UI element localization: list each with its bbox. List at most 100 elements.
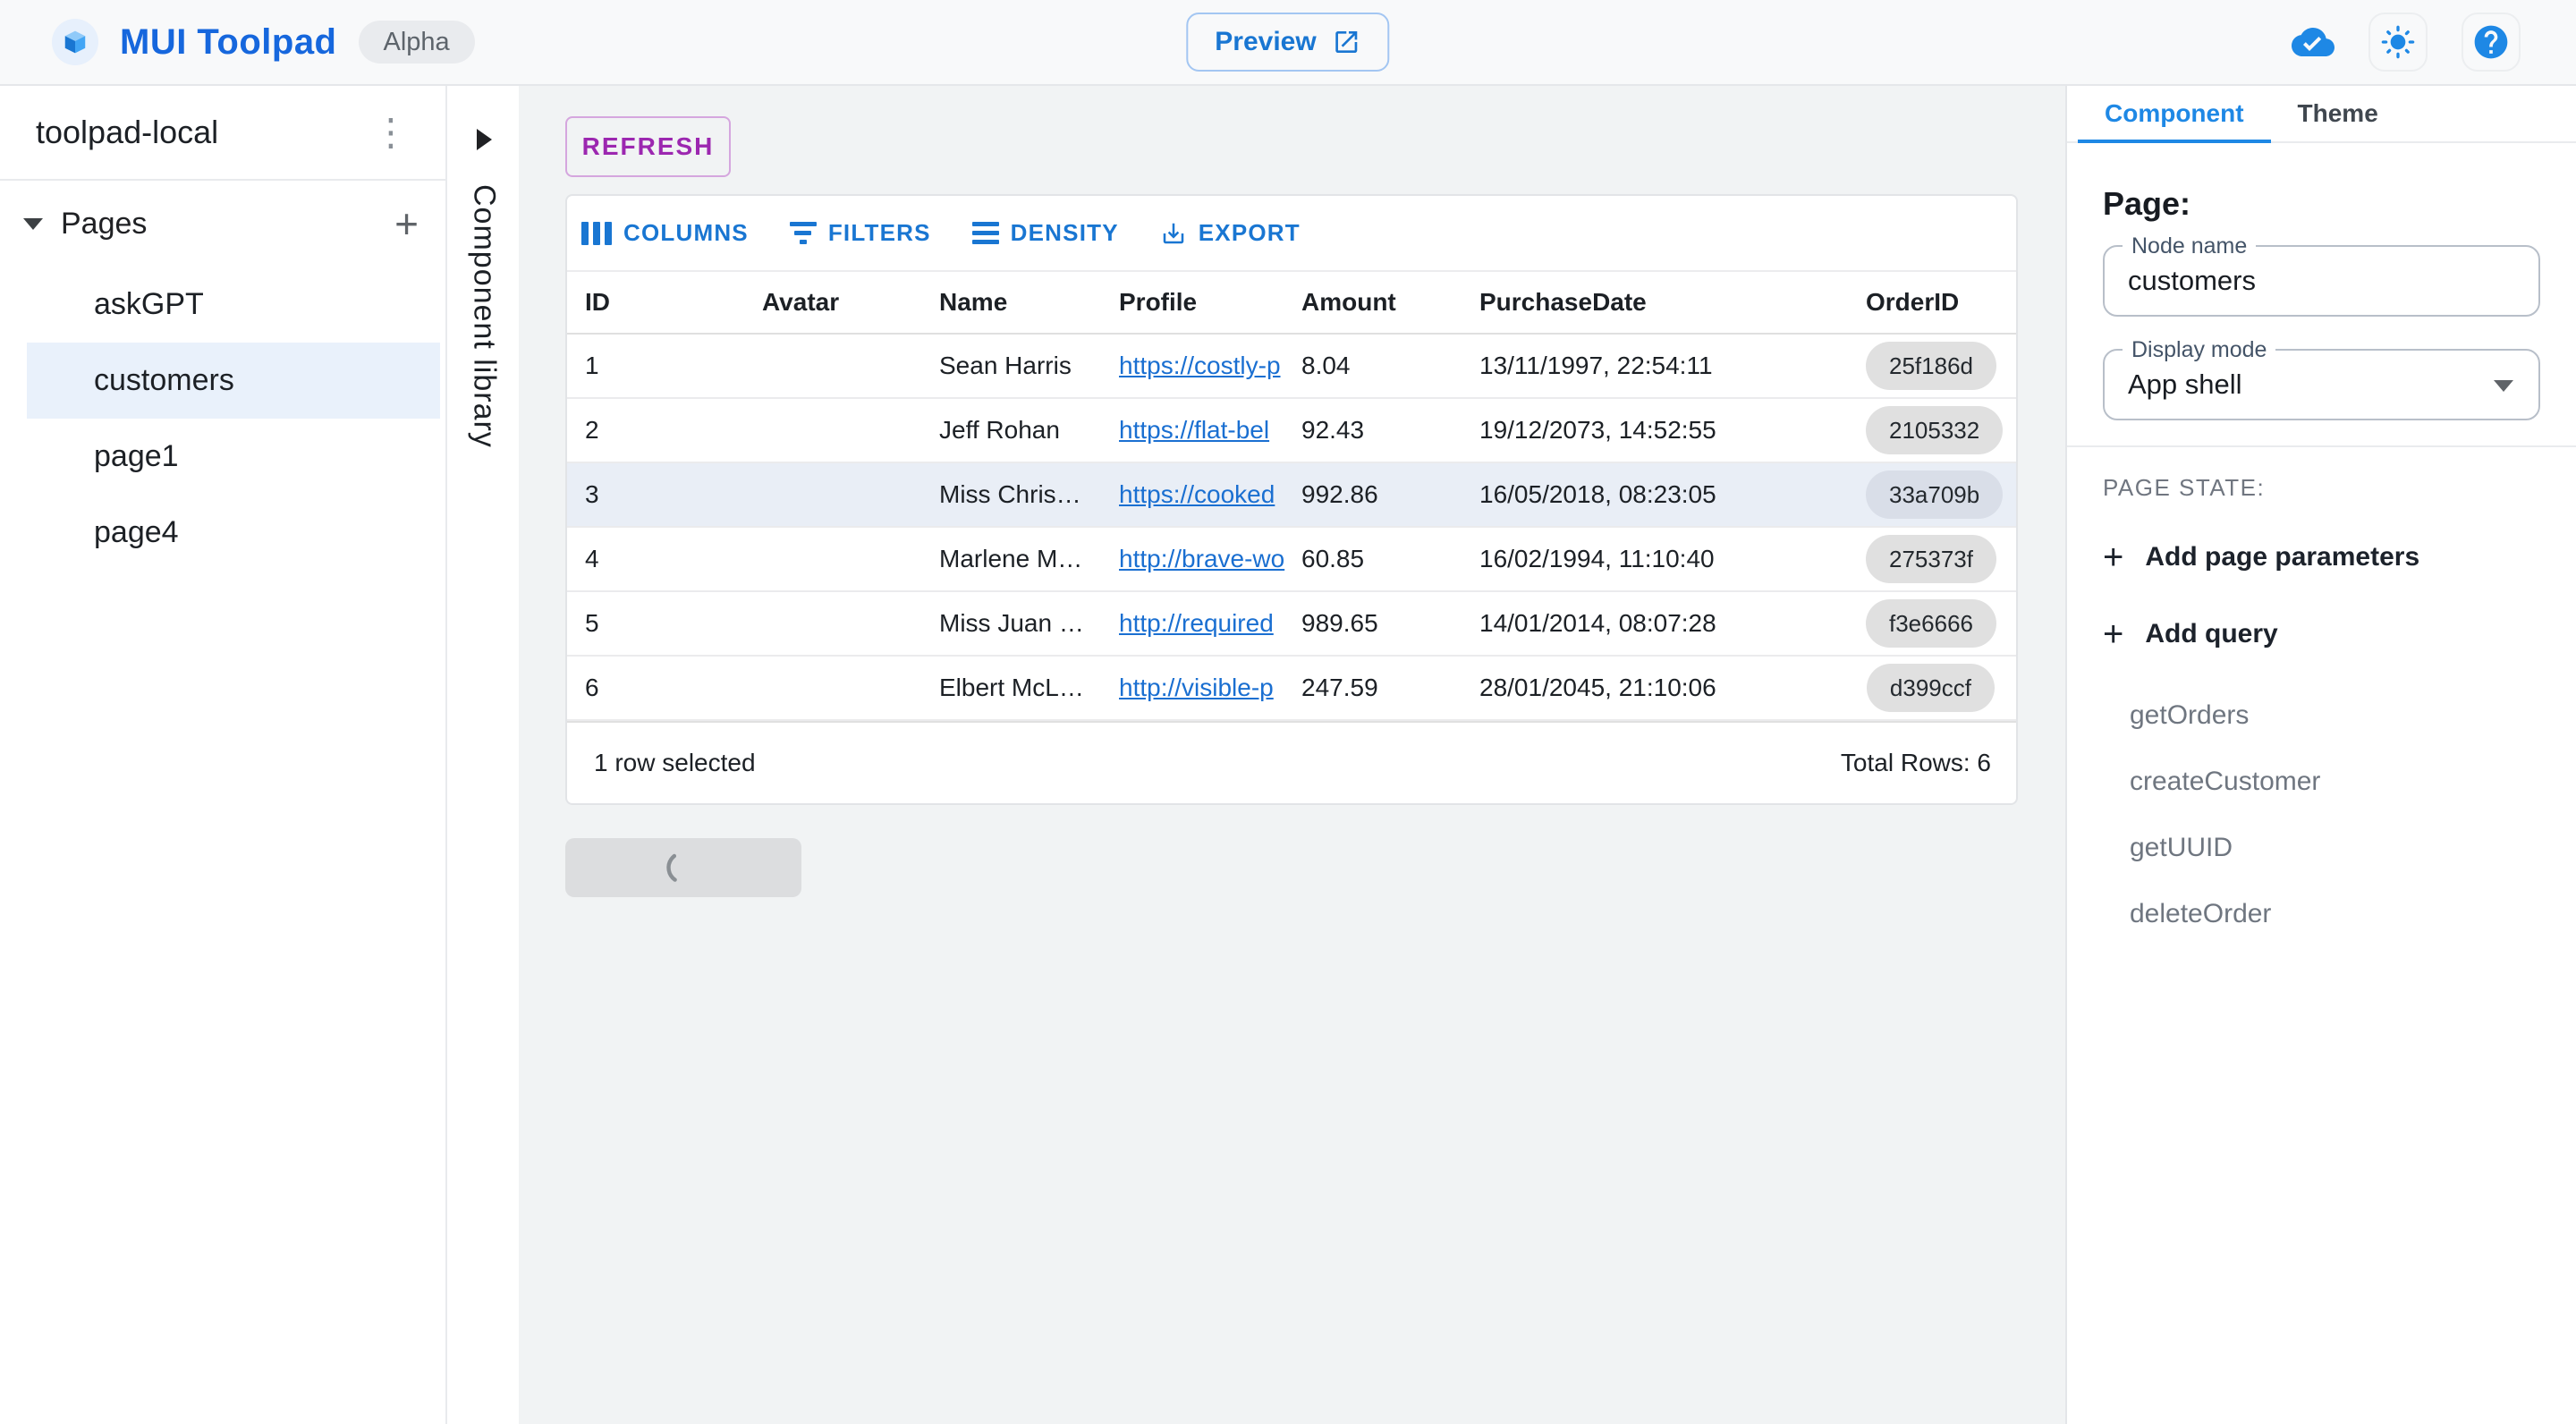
profile-link[interactable]: https://costly-p [1119, 352, 1287, 380]
cell-purchasedate: 16/05/2018, 08:23:05 [1479, 480, 1866, 509]
tab-component[interactable]: Component [2078, 86, 2271, 141]
profile-link[interactable]: http://brave-wo [1119, 545, 1287, 573]
column-header-id[interactable]: ID [585, 288, 762, 317]
component-library-label: Component library [467, 184, 502, 448]
profile-link[interactable]: https://cooked [1119, 480, 1287, 509]
profile-link[interactable]: https://flat-bel [1119, 416, 1287, 445]
cell-purchasedate: 13/11/1997, 22:54:11 [1479, 352, 1866, 380]
preview-button-label: Preview [1215, 27, 1316, 57]
cell-id: 1 [585, 352, 762, 380]
cell-amount: 989.65 [1301, 609, 1479, 638]
display-mode-select[interactable]: Display mode App shell [2103, 349, 2540, 420]
expand-arrow-icon[interactable] [477, 129, 492, 150]
cell-id: 6 [585, 674, 762, 702]
page-state-label: PAGE STATE: [2103, 474, 2540, 502]
add-query-label: Add query [2145, 619, 2277, 649]
toolpad-logo-icon [52, 19, 98, 65]
cell-name: Elbert McL… [939, 674, 1119, 702]
density-button-label: DENSITY [1011, 219, 1119, 247]
filters-button-label: FILTERS [828, 219, 931, 247]
export-button[interactable]: EXPORT [1160, 219, 1301, 247]
table-row[interactable]: 5 Miss Juan … http://required 989.65 14/… [567, 592, 2016, 657]
cell-id: 2 [585, 416, 762, 445]
cell-purchasedate: 28/01/2045, 21:10:06 [1479, 674, 1866, 702]
cell-amount: 8.04 [1301, 352, 1479, 380]
app-top-bar: MUI Toolpad Alpha Preview [0, 0, 2576, 86]
tab-theme[interactable]: Theme [2271, 86, 2405, 141]
cell-amount: 992.86 [1301, 480, 1479, 509]
project-menu-icon[interactable]: ⋮ [367, 114, 415, 151]
orderid-chip: f3e6666 [1866, 599, 1996, 648]
add-page-icon[interactable]: + [394, 203, 419, 244]
sidebar-item-askgpt[interactable]: askGPT [27, 267, 440, 343]
filters-button[interactable]: FILTERS [790, 219, 931, 247]
table-row[interactable]: 2 Jeff Rohan https://flat-bel 92.43 19/1… [567, 399, 2016, 463]
node-name-field: Node name [2103, 245, 2540, 317]
display-mode-value: App shell [2128, 369, 2242, 401]
pages-header: Pages + [0, 181, 445, 267]
component-library-strip[interactable]: Component library [449, 86, 519, 1424]
help-button[interactable] [2462, 13, 2521, 72]
grid-toolbar: COLUMNS FILTERS DENSITY EXPORT [567, 196, 2016, 270]
page-item-label: page4 [94, 515, 179, 550]
table-row[interactable]: 6 Elbert McL… http://visible-p 247.59 28… [567, 657, 2016, 721]
query-item-createcustomer[interactable]: createCustomer [2103, 749, 2540, 815]
columns-icon [581, 222, 612, 245]
app-title: MUI Toolpad [120, 22, 337, 63]
panel-divider [2067, 445, 2576, 447]
sidebar-item-page1[interactable]: page1 [27, 419, 440, 495]
add-page-parameters-button[interactable]: + Add page parameters [2103, 532, 2419, 582]
data-grid: COLUMNS FILTERS DENSITY EXPORT ID Avatar… [565, 194, 2018, 805]
query-item-getorders[interactable]: getOrders [2103, 682, 2540, 749]
page-item-label: askGPT [94, 287, 204, 322]
query-item-deleteorder[interactable]: deleteOrder [2103, 881, 2540, 947]
orderid-chip: 33a709b [1866, 470, 2003, 519]
cell-amount: 92.43 [1301, 416, 1479, 445]
columns-button[interactable]: COLUMNS [581, 219, 749, 247]
table-row[interactable]: 4 Marlene M… http://brave-wo 60.85 16/02… [567, 528, 2016, 592]
top-right-actions [2292, 0, 2521, 84]
node-name-input[interactable] [2128, 265, 2515, 297]
table-row[interactable]: 1 Sean Harris https://costly-p 8.04 13/1… [567, 335, 2016, 399]
cell-id: 4 [585, 545, 762, 573]
profile-link[interactable]: http://required [1119, 609, 1287, 638]
profile-link[interactable]: http://visible-p [1119, 674, 1287, 702]
preview-button[interactable]: Preview [1186, 13, 1389, 72]
page-heading: Page: [2103, 186, 2540, 222]
light-mode-icon [2380, 24, 2416, 60]
display-mode-label: Display mode [2123, 337, 2275, 363]
density-icon [972, 222, 999, 244]
total-rows: Total Rows: 6 [1841, 749, 1991, 777]
column-header-avatar[interactable]: Avatar [762, 288, 939, 317]
query-item-getuuid[interactable]: getUUID [2103, 815, 2540, 881]
cell-name: Jeff Rohan [939, 416, 1119, 445]
cloud-done-icon[interactable] [2292, 21, 2334, 64]
chevron-down-icon[interactable] [23, 218, 43, 230]
project-row: toolpad-local ⋮ [0, 86, 445, 181]
cell-name: Marlene M… [939, 545, 1119, 573]
brand-box: MUI Toolpad Alpha [52, 0, 475, 84]
dropdown-arrow-icon [2494, 380, 2513, 392]
inspector-content: Page: Node name Display mode App shell P… [2067, 186, 2576, 947]
add-page-parameters-label: Add page parameters [2145, 542, 2419, 572]
orderid-chip: 25f186d [1866, 342, 1996, 390]
loading-button[interactable] [565, 838, 801, 897]
add-query-button[interactable]: + Add query [2103, 609, 2278, 659]
density-button[interactable]: DENSITY [972, 219, 1119, 247]
column-header-purchasedate[interactable]: PurchaseDate [1479, 288, 1866, 317]
refresh-button[interactable]: REFRESH [565, 116, 731, 177]
sidebar-item-page4[interactable]: page4 [27, 495, 440, 571]
query-list: getOrders createCustomer getUUID deleteO… [2103, 682, 2540, 947]
sidebar-item-customers[interactable]: customers [27, 343, 440, 419]
cell-purchasedate: 16/02/1994, 11:10:40 [1479, 545, 1866, 573]
column-header-name[interactable]: Name [939, 288, 1119, 317]
pages-label: Pages [61, 207, 394, 242]
theme-toggle-button[interactable] [2368, 13, 2428, 72]
cell-purchasedate: 14/01/2014, 08:07:28 [1479, 609, 1866, 638]
cell-name: Miss Juan … [939, 609, 1119, 638]
column-header-profile[interactable]: Profile [1119, 288, 1301, 317]
column-header-orderid[interactable]: OrderID [1866, 288, 1995, 317]
table-row-selected[interactable]: 3 Miss Chris… https://cooked 992.86 16/0… [567, 463, 2016, 528]
inspector-tabs: Component Theme [2067, 86, 2576, 143]
column-header-amount[interactable]: Amount [1301, 288, 1479, 317]
